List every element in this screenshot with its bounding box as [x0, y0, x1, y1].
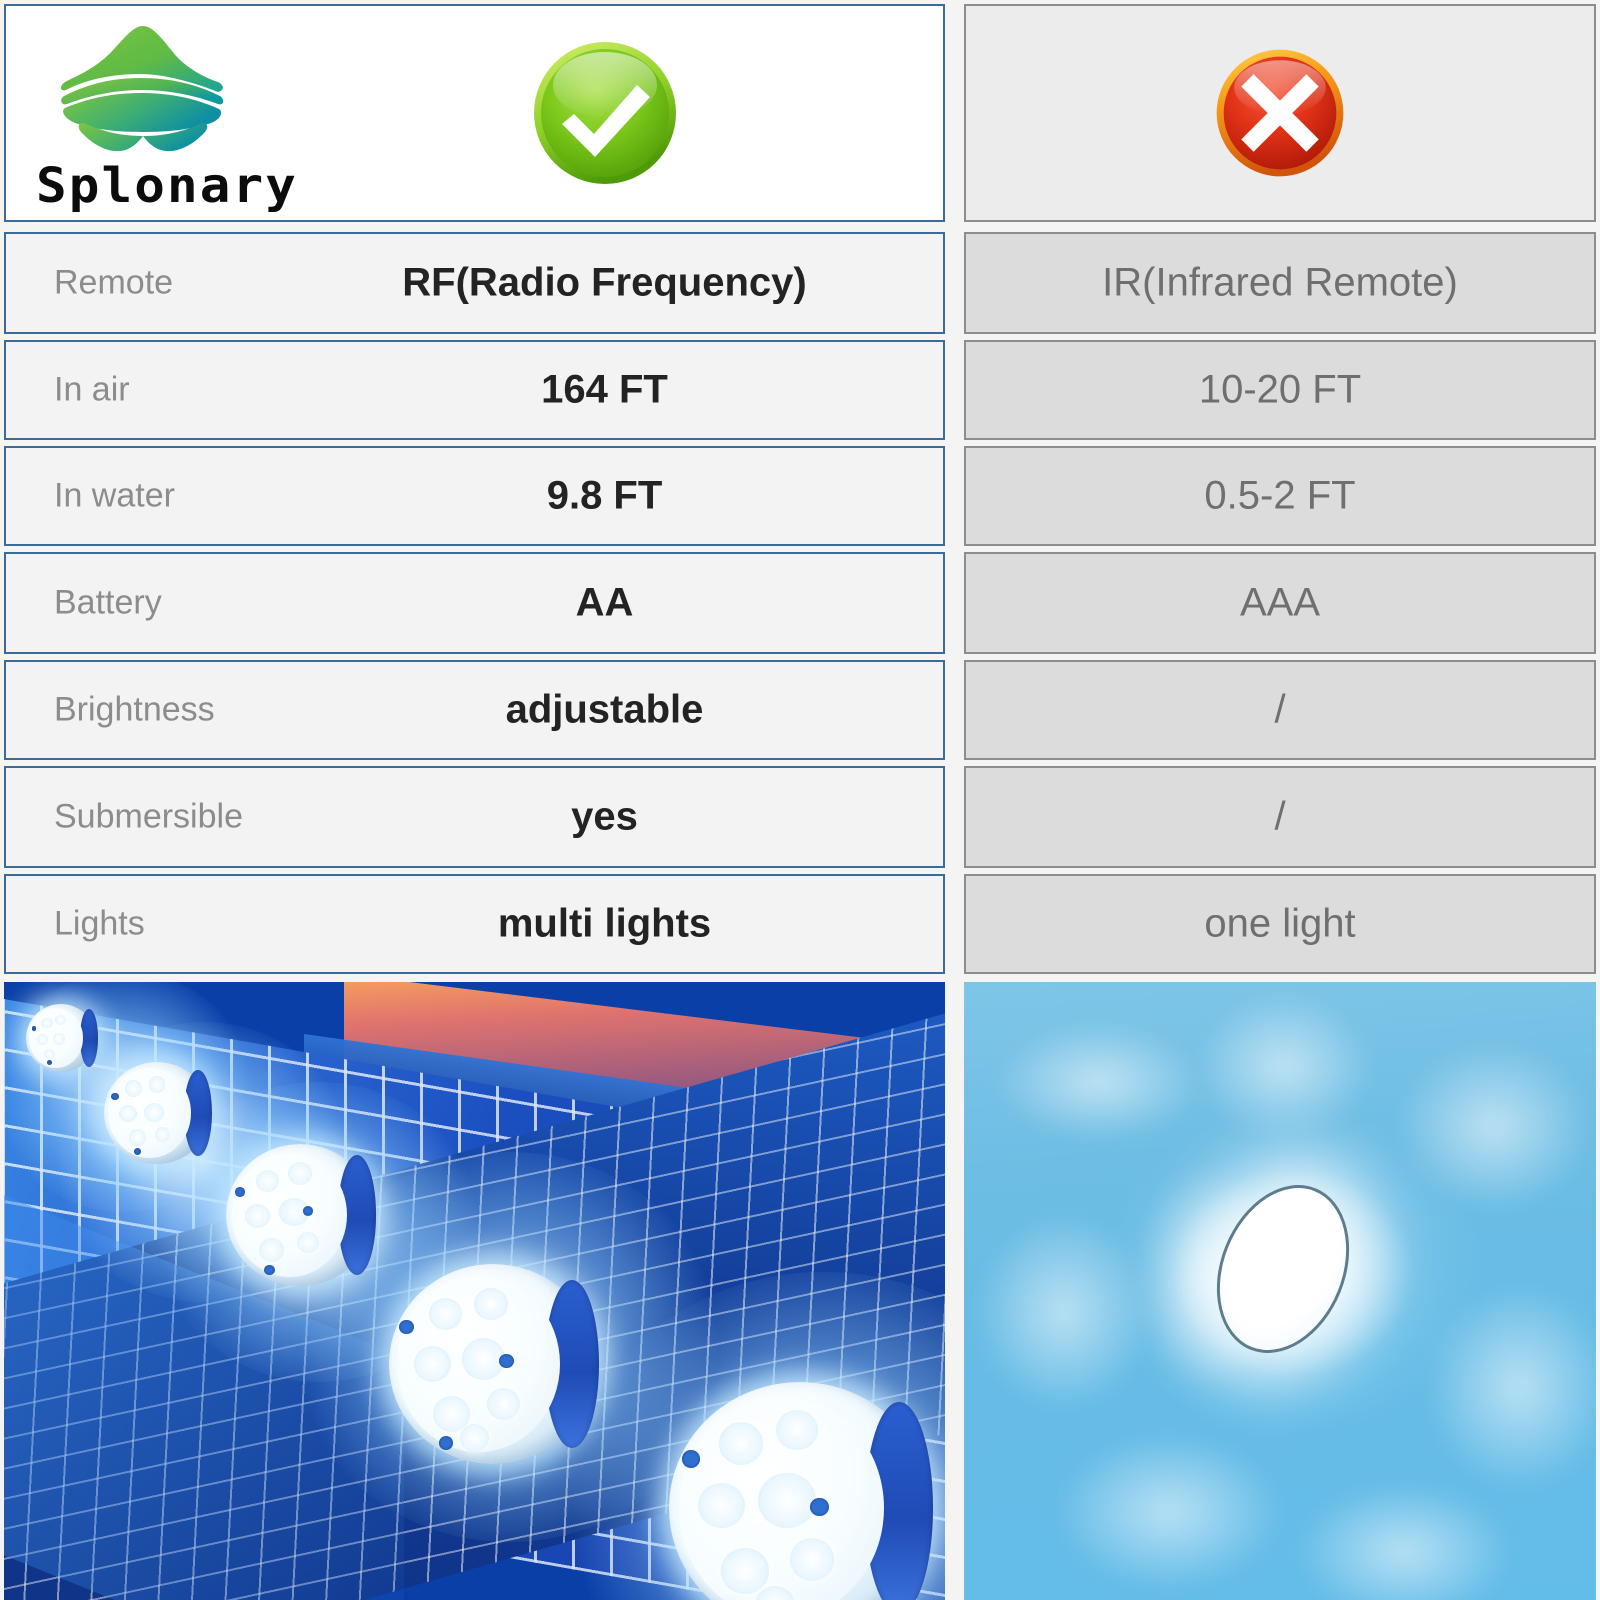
row-value: 0.5-2 FT: [1204, 473, 1356, 518]
table-row: Remote RF(Radio Frequency): [4, 232, 945, 334]
row-value: 10-20 FT: [1198, 367, 1362, 412]
competitor-header-cell: [964, 4, 1596, 222]
row-value: 164 FT: [541, 367, 668, 412]
table-row: AAA: [964, 552, 1596, 654]
table-row: In water 9.8 FT: [4, 446, 945, 546]
table-row: Battery AA: [4, 552, 945, 654]
row-value: IR(Infrared Remote): [1102, 260, 1458, 305]
red-cross-circle-icon: [1216, 49, 1344, 177]
table-row: /: [964, 766, 1596, 868]
table-row: 0.5-2 FT: [964, 446, 1596, 546]
row-value: 9.8 FT: [546, 473, 663, 518]
row-value: multi lights: [497, 901, 712, 946]
table-row: Brightness adjustable: [4, 660, 945, 760]
row-value: adjustable: [505, 687, 704, 732]
table-row: one light: [964, 874, 1596, 974]
row-value: AA: [575, 580, 634, 625]
row-value: /: [1274, 794, 1286, 839]
competitor-column: IR(Infrared Remote) 10-20 FT 0.5-2 FT AA…: [956, 0, 1600, 1600]
table-row: Lights multi lights: [4, 874, 945, 974]
good-badge-container: [6, 6, 943, 220]
table-row: /: [964, 660, 1596, 760]
table-row: 10-20 FT: [964, 340, 1596, 440]
row-value: AAA: [1239, 580, 1321, 625]
table-row: In air 164 FT: [4, 340, 945, 440]
led-light: [26, 1004, 98, 1072]
green-check-circle-icon: [533, 42, 676, 184]
table-row: Submersible yes: [4, 766, 945, 868]
comparison-page: Splonary Remote RF(Radio Frequency) In a…: [0, 0, 1600, 1600]
bad-badge-container: [966, 6, 1594, 220]
pool-wall-multi-lights-photo: [4, 982, 945, 1600]
row-value: RF(Radio Frequency): [402, 260, 807, 305]
led-light: [226, 1144, 376, 1286]
row-value: yes: [571, 794, 638, 839]
row-value: /: [1274, 687, 1286, 732]
our-product-column: Splonary Remote RF(Radio Frequency) In a…: [0, 0, 952, 1600]
pool-water-single-light-photo: [964, 982, 1596, 1600]
led-light: [389, 1264, 599, 1464]
row-value: one light: [1204, 901, 1356, 946]
led-light: [104, 1062, 212, 1164]
our-product-header-cell: Splonary: [4, 4, 945, 222]
table-row: IR(Infrared Remote): [964, 232, 1596, 334]
